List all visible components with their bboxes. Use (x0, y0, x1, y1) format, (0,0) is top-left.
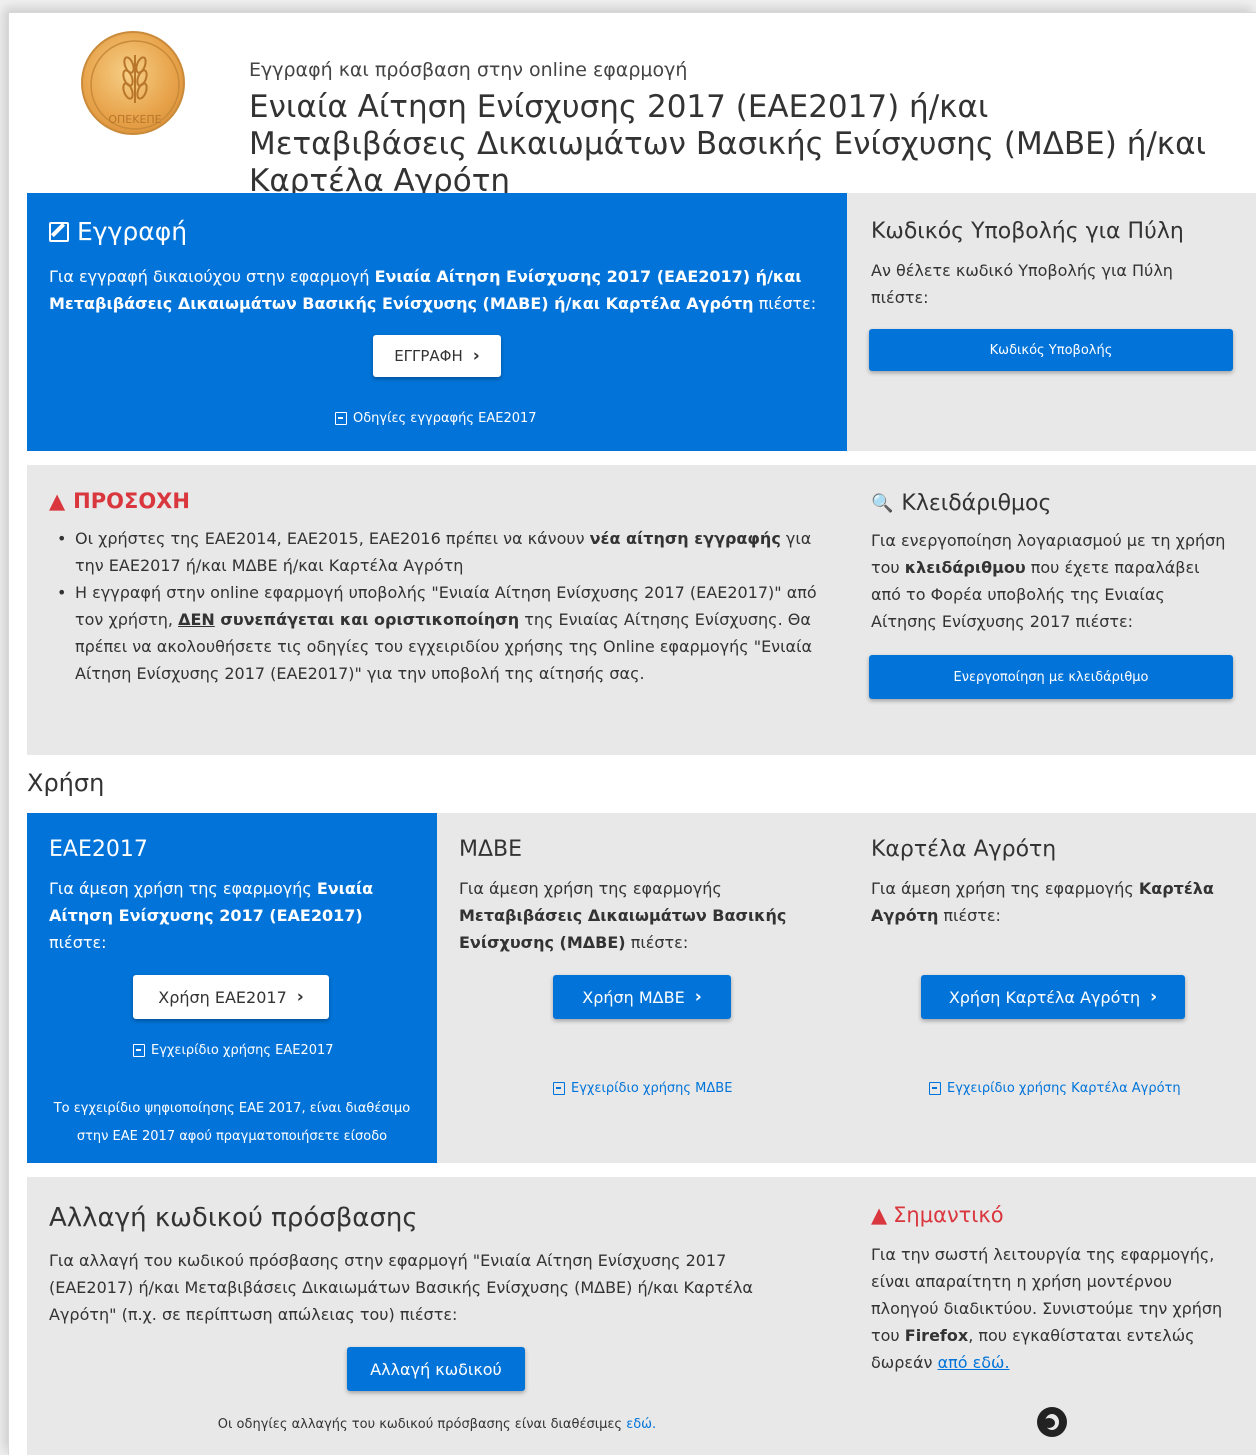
pdf-icon (335, 412, 347, 425)
warning-icon: ▲ (871, 1203, 888, 1227)
edit-icon (49, 221, 69, 242)
important-text: Για την σωστή λειτουργία της εφαρμογής, … (871, 1245, 1223, 1372)
mdbe-panel: ΜΔΒΕ Για άμεση χρήση της εφαρμογής Μεταβ… (437, 813, 847, 1163)
svg-text:ΟΠΕΚΕΠΕ: ΟΠΕΚΕΠΕ (108, 113, 161, 126)
passkey-activate-button[interactable]: Ενεργοποίηση με κλειδάριθμο (869, 655, 1233, 699)
attention-list: Οι χρήστες της ΕΑΕ2014, ΕΑΕ2015, ΕΑΕ2016… (49, 525, 829, 687)
eae-note: Το εγχειρίδιο ψηφιοποίησης ΕΑΕ 2017, είν… (53, 1101, 411, 1144)
use-farmer-card-button[interactable]: Χρήση Καρτέλα Αγρότη › (921, 975, 1185, 1019)
pdf-icon (929, 1082, 941, 1095)
eae-panel: ΕΑΕ2017 Για άμεση χρήση της εφαρμογής Εν… (27, 813, 437, 1163)
firefox-download-link[interactable]: από εδώ. (938, 1353, 1010, 1372)
pdf-icon (133, 1044, 145, 1057)
chevron-right-icon: › (694, 987, 702, 1007)
chevron-right-icon: › (296, 987, 304, 1007)
attention-item: Οι χρήστες της ΕΑΕ2014, ΕΑΕ2015, ΕΑΕ2016… (49, 525, 829, 579)
passkey-title: 🔍 Κλειδάριθμος (871, 491, 1052, 516)
farmer-title: Καρτέλα Αγρότη (871, 837, 1057, 862)
warning-icon: ▲ (49, 489, 66, 513)
mdbe-text: Για άμεση χρήση της εφαρμογής Μεταβιβάσε… (459, 879, 787, 952)
passkey-text: Για ενεργοποίηση λογαριασμού με τη χρήση… (871, 531, 1226, 631)
attention-title: ▲ ΠΡΟΣΟΧΗ (49, 489, 190, 513)
page-frame: ΟΠΕΚΕΠΕ Εγγραφή και πρόσβαση στην online… (8, 12, 1256, 1455)
registration-panel: Εγγραφή Για εγγραφή δικαιούχου στην εφαρ… (27, 193, 847, 451)
opekepe-logo: ΟΠΕΚΕΠΕ (81, 31, 185, 135)
password-change-title: Αλλαγή κωδικού πρόσβασης (49, 1203, 418, 1233)
mdbe-manual-link[interactable]: Εγχειρίδιο χρήσης ΜΔΒΕ (553, 1081, 732, 1096)
password-change-panel: Αλλαγή κωδικού πρόσβασης Για αλλαγή του … (27, 1177, 847, 1455)
use-mdbe-button[interactable]: Χρήση ΜΔΒΕ › (553, 975, 731, 1019)
farmer-text: Για άμεση χρήση της εφαρμογής Καρτέλα Αγ… (871, 879, 1214, 925)
passkey-panel: 🔍 Κλειδάριθμος Για ενεργοποίηση λογαριασμ… (847, 465, 1256, 755)
chevron-right-icon: › (472, 346, 480, 366)
header-subtitle: Εγγραφή και πρόσβαση στην online εφαρμογ… (249, 59, 688, 81)
attention-item: Η εγγραφή στην online εφαρμογή υποβολής … (49, 579, 829, 687)
usage-heading: Χρήση (27, 769, 105, 797)
eae-text: Για άμεση χρήση της εφαρμογής Ενιαία Αίτ… (49, 879, 374, 952)
registration-title: Εγγραφή (49, 217, 187, 246)
mdbe-title: ΜΔΒΕ (459, 837, 523, 862)
change-password-button[interactable]: Αλλαγή κωδικού (347, 1347, 525, 1391)
register-button[interactable]: ΕΓΓΡΑΦΗ › (373, 335, 501, 377)
use-eae-button[interactable]: Χρήση ΕΑΕ2017 › (133, 975, 329, 1019)
registration-guide-link[interactable]: Οδηγίες εγγραφής ΕΑΕ2017 (335, 411, 537, 426)
password-change-note: Οι οδηγίες αλλαγής του κωδικού πρόσβασης… (217, 1417, 657, 1432)
chevron-right-icon: › (1150, 987, 1158, 1007)
pdf-icon (553, 1082, 565, 1095)
password-change-text: Για αλλαγή του κωδικού πρόσβασης στην εφ… (49, 1251, 753, 1324)
farmer-manual-link[interactable]: Εγχειρίδιο χρήσης Καρτέλα Αγρότη (929, 1081, 1181, 1096)
page-title: Ενιαία Αίτηση Ενίσχυσης 2017 (ΕΑΕ2017) ή… (249, 89, 1207, 199)
firefox-icon[interactable] (1037, 1407, 1067, 1437)
portal-code-panel: Κωδικός Υποβολής για Πύλη Αν θέλετε κωδι… (847, 193, 1256, 451)
eae-manual-link[interactable]: Εγχειρίδιο χρήσης ΕΑΕ2017 (133, 1043, 334, 1058)
portal-code-button[interactable]: Κωδικός Υποβολής (869, 329, 1233, 371)
password-instructions-link[interactable]: εδώ. (626, 1417, 656, 1432)
registration-text: Για εγγραφή δικαιούχου στην εφαρμογή Ενι… (49, 267, 817, 313)
important-panel: ▲ Σημαντικό Για την σωστή λειτουργία της … (847, 1177, 1256, 1455)
farmer-panel: Καρτέλα Αγρότη Για άμεση χρήση της εφαρμ… (847, 813, 1256, 1163)
portal-code-title: Κωδικός Υποβολής για Πύλη (871, 219, 1184, 244)
eae-title: ΕΑΕ2017 (49, 837, 148, 862)
key-icon: 🔍 (871, 493, 894, 514)
attention-panel: ▲ΠΡΟΣΟΧΗ Οι χρήστες της ΕΑΕ2014, ΕΑΕ2015… (27, 465, 847, 755)
portal-code-text: Αν θέλετε κωδικό Υποβολής για Πύλη πιέστ… (871, 261, 1173, 307)
important-title: ▲ Σημαντικό (871, 1203, 1004, 1227)
